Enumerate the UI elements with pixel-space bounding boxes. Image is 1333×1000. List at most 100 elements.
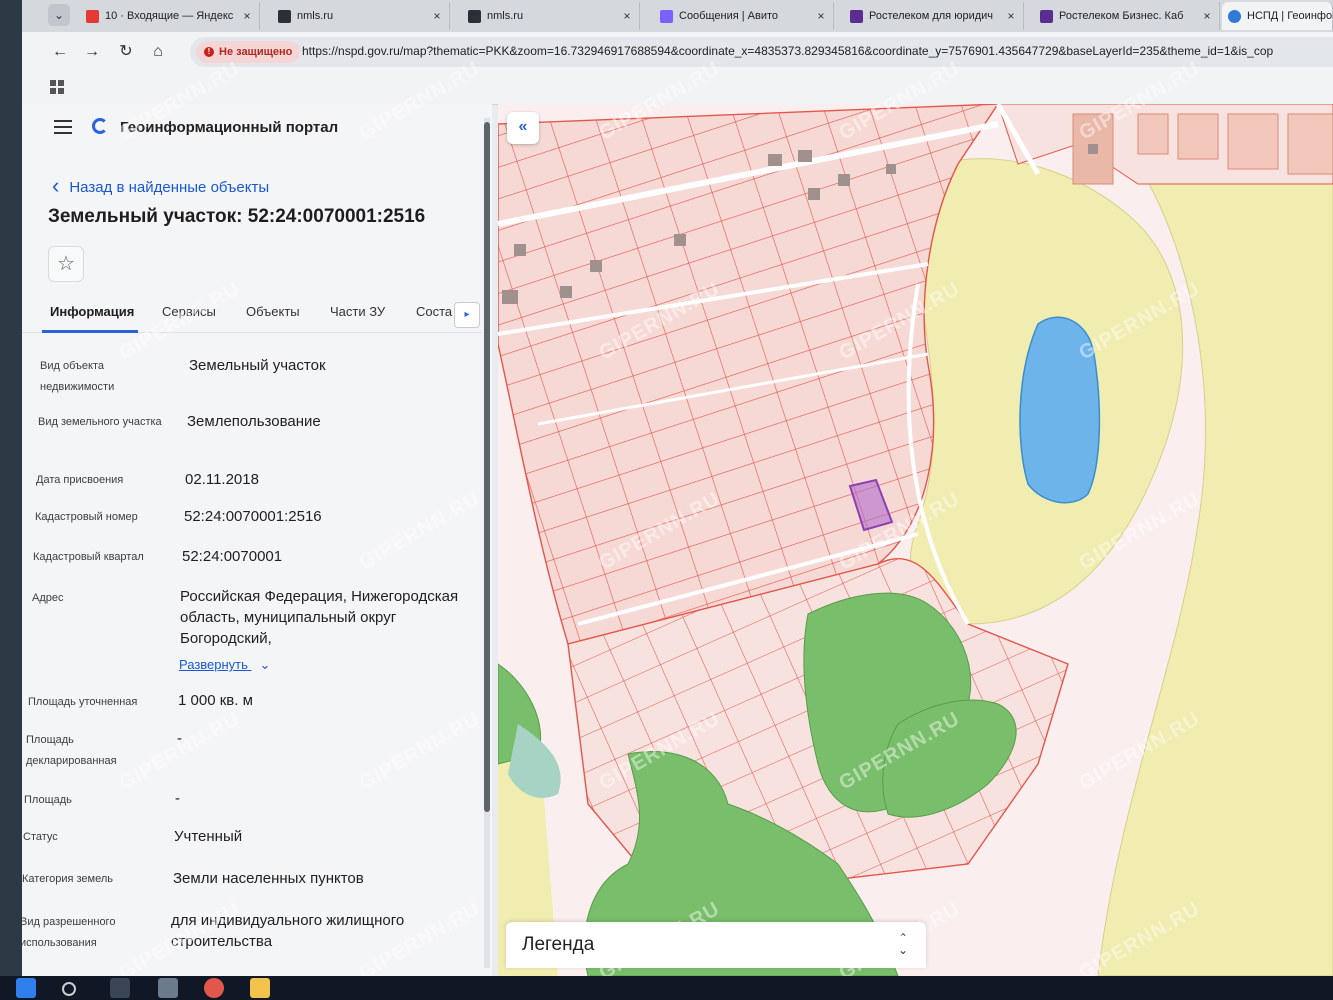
collapse-panel-icon[interactable]: « [507, 112, 539, 144]
field-value-land-category: Земли населенных пунктов [173, 870, 364, 887]
building-block [1177, 113, 1219, 160]
cadastral-map[interactable] [498, 104, 1333, 976]
portal-logo-icon [92, 118, 108, 134]
building [674, 234, 686, 246]
field-label-parcel-kind: Вид земельного участка [38, 416, 162, 428]
tab-parcel-parts[interactable]: Части ЗУ [330, 304, 385, 319]
building-block [1227, 113, 1279, 170]
legend-panel[interactable]: Легенда ⌃ ⌄ [506, 922, 926, 968]
field-label-status: Статус [23, 831, 58, 843]
favorite-star-icon[interactable]: ☆ [48, 246, 84, 282]
close-icon[interactable]: × [813, 9, 829, 23]
lake [1019, 316, 1101, 504]
url-text[interactable]: https://nspd.gov.ru/map?thematic=PKK&zoo… [302, 44, 1273, 58]
tab-information[interactable]: Информация [50, 304, 134, 319]
forward-arrow-icon[interactable]: → [80, 40, 104, 64]
address-toolbar: ← → ↻ ⌂ ! Не защищено https://nspd.gov.r… [22, 32, 1333, 72]
browser-tab[interactable]: nmls.ru × [272, 2, 450, 30]
menu-icon[interactable] [54, 120, 72, 138]
expand-label: Развернуть [179, 657, 248, 672]
rostelecom-favicon-icon [850, 9, 863, 23]
browser-tab-active[interactable]: НСПД | Геоинфор [1222, 2, 1333, 30]
bookmarks-bar [22, 72, 1333, 105]
field-label-address: Адрес [32, 592, 64, 604]
info-tabs: Информация Сервисы Объекты Части ЗУ Сост… [22, 296, 482, 333]
field-label-cadastral-quarter: Кадастровый квартал [33, 551, 144, 563]
browser-tab[interactable]: Ростелеком Бизнес. Каб × [1034, 2, 1220, 30]
field-value-permitted-use: для индивидуального жилищного строительс… [171, 912, 405, 950]
task-view-icon[interactable] [110, 978, 130, 998]
building [590, 260, 602, 272]
close-icon[interactable]: × [619, 9, 635, 23]
nspd-favicon-icon [1228, 9, 1241, 23]
folder-icon[interactable] [250, 978, 270, 998]
field-value-area-declared: - [177, 730, 182, 747]
expand-address-link[interactable]: Развернуть ⌄ [179, 657, 270, 673]
field-value-area: - [175, 790, 180, 807]
map-canvas[interactable] [498, 104, 1333, 976]
chevron-left-icon: ‹ [52, 173, 60, 198]
apps-grid-icon[interactable] [50, 80, 64, 94]
field-value-area-refined: 1 000 кв. м [178, 692, 253, 709]
tab-title: 10 · Входящие — Яндекс [105, 10, 234, 22]
field-label-area-refined: Площадь уточненная [28, 696, 138, 708]
field-value-cadastral-number: 52:24:0070001:2516 [184, 508, 322, 525]
field-value-status: Учтенный [174, 828, 243, 845]
building [514, 244, 526, 256]
chrome-icon[interactable] [204, 978, 224, 998]
security-chip[interactable]: ! Не защищено [196, 41, 301, 63]
field-value-object-type: Земельный участок [189, 357, 326, 374]
reload-icon[interactable]: ↻ [114, 40, 138, 64]
tab-title: НСПД | Геоинфор [1247, 10, 1332, 22]
tab-search-button[interactable]: ⌄ [48, 4, 70, 26]
field-value-address: Российская Федерация, Нижегородская обла… [180, 588, 459, 647]
chevron-down-icon: ⌄ [897, 943, 908, 957]
chevron-down-icon: ⌄ [259, 657, 271, 672]
close-icon[interactable]: × [239, 9, 255, 23]
browser-tab[interactable]: nmls.ru × [462, 2, 640, 30]
tabs-scroll-right-icon[interactable]: ▸ [454, 302, 480, 328]
back-link-label: Назад в найденные объекты [69, 179, 270, 196]
building-block [1137, 113, 1169, 155]
close-icon[interactable]: × [1199, 9, 1215, 23]
object-title: Земельный участок: 52:24:0070001:2516 [48, 206, 426, 227]
panel-scrollbar-thumb[interactable] [484, 122, 490, 812]
tab-objects[interactable]: Объекты [246, 304, 300, 319]
home-icon[interactable]: ⌂ [146, 40, 170, 64]
field-label-assign-date: Дата присвоения [36, 474, 124, 486]
close-icon[interactable]: × [429, 9, 445, 23]
building [502, 290, 518, 304]
browser-tab[interactable]: Ростелеком для юридич × [844, 2, 1024, 30]
building [798, 150, 812, 162]
tab-title: Ростелеком для юридич [869, 10, 994, 22]
close-icon[interactable]: × [1003, 9, 1019, 23]
field-value-assign-date: 02.11.2018 [185, 471, 259, 488]
field-label-permitted-use: Вид разрешенного использования [22, 916, 116, 949]
monitor-bezel [0, 0, 22, 1000]
building [560, 286, 572, 298]
building [886, 164, 896, 174]
tab-title: Сообщения | Авито [679, 10, 779, 22]
building [1088, 144, 1098, 154]
tab-services[interactable]: Сервисы [162, 304, 216, 319]
building [808, 188, 820, 200]
back-to-results-link[interactable]: ‹ Назад в найденные объекты [52, 172, 269, 198]
search-icon[interactable] [62, 982, 76, 996]
browser-tab[interactable]: 10 · Входящие — Яндекс × [80, 2, 260, 30]
expand-collapse-icon[interactable]: ⌃ ⌄ [898, 932, 908, 956]
mail-favicon-icon [86, 9, 99, 23]
os-taskbar [0, 976, 1333, 1000]
app-icon[interactable] [158, 978, 178, 998]
browser-tab[interactable]: Сообщения | Авито × [654, 2, 834, 30]
legend-title: Легенда [522, 934, 595, 955]
tab-title: Ростелеком Бизнес. Каб [1059, 10, 1184, 22]
address-bar[interactable]: ! Не защищено https://nspd.gov.ru/map?th… [190, 37, 1333, 67]
windows-start-icon[interactable] [16, 978, 36, 998]
building [768, 154, 782, 166]
field-label-land-category: Категория земель [22, 873, 113, 885]
tab-composition[interactable]: Соста [416, 304, 452, 319]
field-label-cadastral-number: Кадастровый номер [35, 511, 138, 523]
security-label: Не защищено [219, 46, 293, 58]
site-favicon-icon [278, 9, 291, 23]
back-arrow-icon[interactable]: ← [48, 40, 72, 64]
